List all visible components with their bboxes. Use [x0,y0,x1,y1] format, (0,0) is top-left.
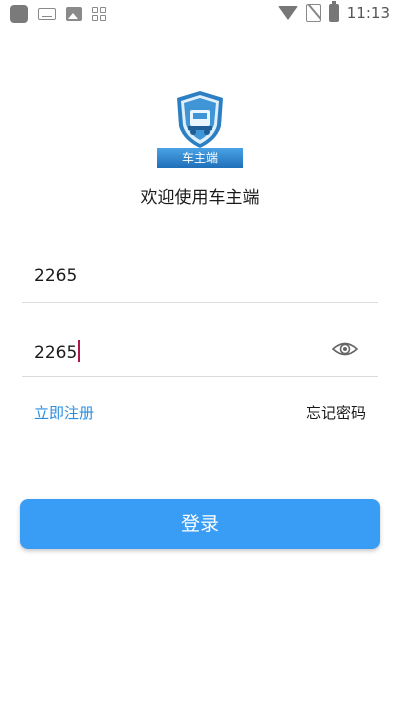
battery-charging-icon [328,1,339,22]
text-caret [78,340,81,362]
status-left-icons [10,5,106,23]
register-link[interactable]: 立即注册 [34,402,94,423]
logo-caption: 车主端 [157,148,243,168]
username-value: 2265 [34,266,78,286]
login-screen: 11:13 车主端 欢迎使用车主端 2265 2265 立即注册 忘记密码 登录 [0,0,400,711]
no-sim-icon [305,4,321,22]
widgets-icon [92,7,106,21]
password-field[interactable]: 2265 [22,328,378,377]
app-icon [10,5,28,23]
password-value: 2265 [34,343,78,363]
login-button[interactable]: 登录 [20,499,380,549]
eye-icon[interactable] [332,340,358,358]
keyboard-icon [38,8,56,20]
wifi-icon [277,6,298,20]
status-bar: 11:13 [0,0,400,28]
status-right-icons: 11:13 [277,1,390,22]
app-logo: 车主端 [157,88,243,168]
forgot-password-link[interactable]: 忘记密码 [306,402,366,423]
status-time: 11:13 [346,4,390,22]
welcome-title: 欢迎使用车主端 [140,188,260,208]
password-value-wrap: 2265 [34,340,81,363]
username-field[interactable]: 2265 [22,254,378,303]
shield-truck-icon [177,91,223,148]
image-icon [66,7,82,21]
